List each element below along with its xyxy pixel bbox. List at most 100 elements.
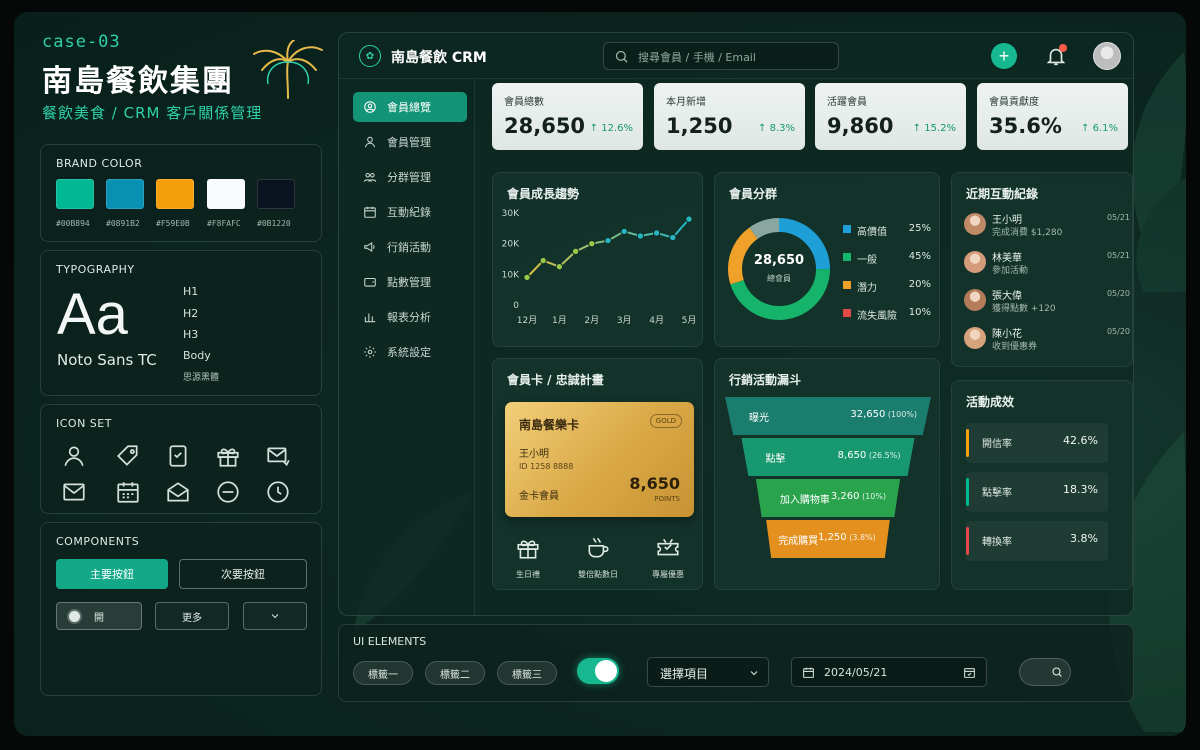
gear-icon	[364, 346, 376, 358]
arrow-up-icon: ↑	[758, 123, 767, 134]
perk-label: 生日禮	[516, 570, 540, 579]
perk-exclusive-offer[interactable]: 專屬優惠	[639, 535, 697, 580]
activity-item[interactable]: 陳小花 收到優惠券 05/20	[964, 325, 1130, 359]
typography-title: TYPOGRAPHY	[56, 263, 135, 276]
swatch-accent	[156, 179, 194, 209]
recent-activity-card: 近期互動紀錄 王小明 完成消費 $1,280 05/21 林美華 參加活動 05/21 張大…	[951, 172, 1133, 367]
chip-tag-3[interactable]: 標籤三	[497, 661, 557, 685]
growth-data-point	[620, 227, 628, 236]
perk-birthday[interactable]: 生日禮	[499, 535, 557, 580]
minus-circle-icon	[217, 481, 239, 503]
funnel-label: 加入購物車	[779, 495, 830, 506]
dropdown-button[interactable]	[243, 602, 307, 630]
card-holder: 王小明	[519, 449, 549, 460]
funnel-label: 點擊	[765, 454, 786, 465]
activity-name: 陳小花	[992, 329, 1022, 340]
coffee-cup-icon	[588, 538, 609, 558]
envelope-icon	[63, 483, 85, 501]
effectiveness-title: 活動成效	[966, 395, 1015, 409]
nav-item-segment-management[interactable]: 分群管理	[353, 162, 467, 192]
nav-item-interaction-records[interactable]: 互動紀錄	[353, 197, 467, 227]
activity-item[interactable]: 王小明 完成消費 $1,280 05/21	[964, 211, 1130, 245]
bar-chart-icon	[364, 313, 376, 323]
arrow-up-icon: ↑	[1081, 123, 1090, 134]
date-picker[interactable]: 2024/05/21	[791, 657, 987, 687]
nav-item-member-overview[interactable]: 會員總覽	[353, 92, 467, 122]
funnel-percent: (10%)	[859, 492, 887, 501]
nav-item-reports[interactable]: 報表分析	[353, 302, 467, 332]
y-tick-label: 10K	[502, 270, 520, 280]
activity-avatar	[964, 289, 986, 311]
search-box[interactable]	[603, 42, 839, 70]
card-points: 8,650	[629, 474, 680, 493]
activity-name: 張大偉	[992, 291, 1022, 302]
nav-item-settings[interactable]: 系統設定	[353, 337, 467, 367]
select-dropdown[interactable]: 選擇項目	[647, 657, 769, 687]
legend-value: 25%	[908, 223, 931, 234]
search-input[interactable]	[638, 48, 828, 66]
calendar-icon	[803, 667, 814, 678]
search-pill-button[interactable]	[1019, 658, 1071, 686]
activity-desc: 完成消費 $1,280	[992, 228, 1063, 238]
groups-icon	[363, 172, 377, 182]
kpi-card-contribution[interactable]: 會員貢獻度 35.6% ↑ 6.1%	[977, 83, 1128, 150]
user-avatar[interactable]	[1093, 42, 1121, 70]
kpi-card-active-members[interactable]: 活躍會員 9,860 ↑ 15.2%	[815, 83, 966, 150]
primary-button[interactable]: 主要按鈕	[56, 559, 168, 589]
nav-item-marketing[interactable]: 行銷活動	[353, 232, 467, 262]
funnel-label: 曝光	[749, 413, 769, 424]
activity-item[interactable]: 張大偉 獲得點數 +120 05/20	[964, 287, 1130, 321]
funnel-step[interactable]: 曝光 32,650 (100%)	[725, 397, 931, 435]
growth-data-point	[539, 256, 547, 265]
typography-font-name: Noto Sans TC	[57, 351, 157, 369]
secondary-button[interactable]: 次要按鈕	[179, 559, 307, 589]
card-number: ID 1258 8888	[519, 462, 574, 471]
radio-label: 開	[94, 612, 104, 624]
nav-item-member-management[interactable]: 會員管理	[353, 127, 467, 157]
ui-elements-title: UI ELEMENTS	[353, 635, 427, 648]
funnel-count: 32,650	[850, 409, 886, 420]
envelope-open-icon	[167, 482, 189, 502]
member-gold-card[interactable]: 南島餐樂卡 GOLD 王小明 ID 1258 8888 金卡會員 8,650 P…	[505, 402, 694, 517]
effectiveness-value: 3.8%	[1070, 532, 1098, 545]
activity-item[interactable]: 林美華 參加活動 05/21	[964, 249, 1130, 283]
app-logo-icon: ✿	[359, 45, 381, 67]
funnel-value: 32,650 (100%)	[850, 409, 917, 420]
brand-subtitle: 餐飲美食 / CRM 客戶關係管理	[42, 104, 263, 122]
palm-logo-icon	[253, 40, 323, 99]
loyalty-card-panel: 會員卡 / 忠誠計畫 南島餐樂卡 GOLD 王小明 ID 1258 8888 金…	[492, 358, 703, 590]
arrow-up-icon: ↑	[912, 123, 922, 134]
funnel-step[interactable]: 點擊 8,650 (26.5%)	[741, 438, 915, 476]
activity-date: 05/21	[1106, 213, 1130, 222]
growth-data-point	[571, 247, 580, 256]
more-button[interactable]: 更多	[155, 602, 229, 630]
perk-double-points[interactable]: 雙倍點數日	[569, 535, 627, 580]
effectiveness-row: 點擊率 18.3%	[966, 472, 1108, 512]
kpi-value: 9,860	[827, 114, 894, 138]
perk-label: 專屬優惠	[652, 570, 684, 579]
swatch-secondary	[106, 179, 144, 209]
add-button[interactable]: +	[991, 43, 1017, 69]
arrow-up-icon: ↑	[589, 123, 599, 134]
legend-label: 潛力	[857, 283, 877, 294]
calendar-check-icon	[964, 668, 975, 678]
chip-tag-1[interactable]: 標籤一	[353, 661, 413, 685]
wallet-icon	[364, 277, 376, 287]
radio-button[interactable]: 開	[56, 602, 142, 630]
activity-avatar	[964, 327, 986, 349]
activity-avatar	[964, 213, 986, 235]
nav-label: 點數管理	[387, 276, 431, 289]
kpi-card-total-members[interactable]: 會員總數 28,650 ↑ 12.6%	[492, 83, 643, 150]
toggle-switch[interactable]	[577, 658, 619, 684]
effectiveness-bar	[966, 527, 969, 555]
chip-tag-2[interactable]: 標籤二	[425, 661, 485, 685]
y-tick-label: 30K	[502, 209, 520, 219]
funnel-count: 8,650	[837, 450, 867, 461]
funnel-step[interactable]: 加入購物車 3,260 (10%)	[755, 479, 901, 517]
activity-date: 05/20	[1106, 327, 1130, 336]
nav-item-points[interactable]: 點數管理	[353, 267, 467, 297]
kpi-card-new-members[interactable]: 本月新增 1,250 ↑ 8.3%	[654, 83, 805, 150]
funnel-step[interactable]: 完成購買 1,250 (3.8%)	[766, 520, 890, 558]
icon-set-panel: ICON SET	[40, 404, 322, 514]
loyalty-title: 會員卡 / 忠誠計畫	[507, 373, 604, 387]
